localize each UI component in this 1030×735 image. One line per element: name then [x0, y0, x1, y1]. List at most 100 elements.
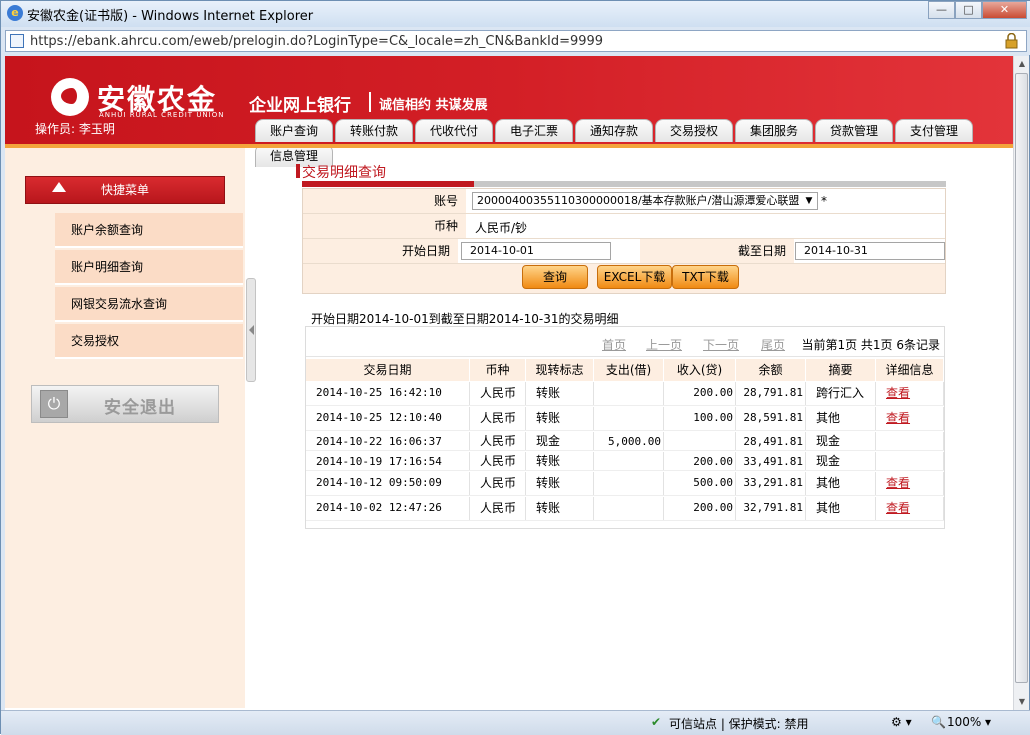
- sidebar-item-balance-query[interactable]: 账户余额查询: [55, 213, 243, 248]
- query-form: 账号 20000400355110300000018/基本存款账户/潜山源潭爱心…: [302, 188, 946, 294]
- tab-group-service[interactable]: 集团服务: [735, 119, 813, 142]
- tab-loan-management[interactable]: 贷款管理: [815, 119, 893, 142]
- vertical-scrollbar[interactable]: ▲ ▼: [1013, 56, 1029, 710]
- cell-balance: 32,791.81: [736, 497, 806, 520]
- tab-transfer[interactable]: 转账付款: [335, 119, 413, 142]
- cell-summary: 现金: [806, 452, 876, 470]
- column-header: 余额: [736, 359, 806, 381]
- sidebar-item-flow-query[interactable]: 网银交易流水查询: [55, 287, 243, 322]
- cell-flag: 转账: [526, 497, 594, 520]
- column-header: 摘要: [806, 359, 876, 381]
- cell-summary: 其他: [806, 407, 876, 430]
- sidebar-item-detail-query[interactable]: 账户明细查询: [55, 250, 243, 285]
- tab-call-deposit[interactable]: 通知存款: [575, 119, 653, 142]
- last-page-link[interactable]: 尾页: [761, 336, 785, 353]
- cell-debit: 5,000.00: [594, 432, 664, 450]
- zoom-dropdown-icon[interactable]: ▾: [985, 715, 991, 729]
- page-content: 安徽农金 ANHUI RURAL CREDIT UNION 企业网上银行 诚信相…: [5, 56, 1013, 710]
- operator-label: 操作员: 李玉明: [35, 122, 115, 136]
- cell-currency: 人民币: [470, 407, 526, 430]
- address-field[interactable]: https://ebank.ahrcu.com/eweb/prelogin.do…: [5, 30, 1027, 52]
- address-bar: https://ebank.ahrcu.com/eweb/prelogin.do…: [1, 27, 1030, 55]
- date-row: 开始日期 2014-10-01 截至日期 2014-10-31: [303, 239, 945, 264]
- bank-logo-icon: [51, 78, 89, 116]
- excel-download-button[interactable]: EXCEL下载: [597, 265, 672, 289]
- cell-debit: [594, 472, 664, 495]
- table-row: 2014-10-25 16:42:10 人民币 转账 200.00 28,791…: [306, 382, 944, 406]
- settings-icon[interactable]: ⚙ ▾: [891, 715, 912, 729]
- view-detail-link[interactable]: 查看: [886, 411, 910, 425]
- maximize-button[interactable]: □: [955, 1, 982, 19]
- scroll-down-icon[interactable]: ▼: [1014, 694, 1030, 710]
- tab-payment-management[interactable]: 支付管理: [895, 119, 973, 142]
- end-date-input[interactable]: 2014-10-31: [795, 242, 945, 260]
- cell-flag: 转账: [526, 452, 594, 470]
- currency-row: 币种 人民币/钞: [303, 214, 945, 239]
- zoom-icon: 🔍: [931, 715, 946, 729]
- cell-flag: 转账: [526, 472, 594, 495]
- security-zone[interactable]: 可信站点 | 保护模式: 禁用: [669, 715, 809, 732]
- cell-date: 2014-10-25 16:42:10: [306, 382, 470, 405]
- title-underline: [302, 181, 946, 187]
- bank-title: 企业网上银行: [249, 96, 351, 116]
- zoom-level[interactable]: 100%: [947, 715, 981, 729]
- cell-summary: 其他: [806, 472, 876, 495]
- sidebar-collapse-handle[interactable]: [246, 278, 256, 382]
- cell-date: 2014-10-12 09:50:09: [306, 472, 470, 495]
- start-date-input[interactable]: 2014-10-01: [461, 242, 611, 260]
- view-detail-link[interactable]: 查看: [886, 501, 910, 515]
- logout-label: 安全退出: [104, 398, 176, 418]
- quick-menu-header[interactable]: 快捷菜单: [25, 176, 225, 204]
- view-detail-link[interactable]: 查看: [886, 476, 910, 490]
- end-date-label: 截至日期: [640, 239, 794, 263]
- column-header: 支出(借): [594, 359, 664, 381]
- cell-date: 2014-10-19 17:16:54: [306, 452, 470, 470]
- bank-logo-subtitle: ANHUI RURAL CREDIT UNION: [99, 111, 225, 119]
- column-header: 详细信息: [876, 359, 944, 381]
- results-table: 首页 上一页 下一页 尾页 当前第1页 共1页 6条记录 交易日期 币种 现转标…: [305, 326, 945, 529]
- minimize-button[interactable]: —: [928, 1, 955, 19]
- next-page-link[interactable]: 下一页: [703, 336, 739, 353]
- cell-credit: 500.00: [664, 472, 736, 495]
- account-select[interactable]: 20000400355110300000018/基本存款账户/潜山源潭爱心联盟 …: [472, 192, 818, 210]
- account-label: 账号: [303, 189, 466, 213]
- cell-credit: [664, 432, 736, 450]
- cell-balance: 28,591.81: [736, 407, 806, 430]
- cell-balance: 33,491.81: [736, 452, 806, 470]
- cell-credit: 100.00: [664, 407, 736, 430]
- first-page-link[interactable]: 首页: [602, 336, 626, 353]
- cell-debit: [594, 407, 664, 430]
- sidebar-item-authorization[interactable]: 交易授权: [55, 324, 243, 359]
- tab-e-draft[interactable]: 电子汇票: [495, 119, 573, 142]
- table-row: 2014-10-25 12:10:40 人民币 转账 100.00 28,591…: [306, 407, 944, 431]
- pagination: 首页 上一页 下一页 尾页 当前第1页 共1页 6条记录: [306, 327, 944, 357]
- table-row: 2014-10-02 12:47:26 人民币 转账 200.00 32,791…: [306, 497, 944, 521]
- lock-icon[interactable]: [1005, 33, 1018, 49]
- column-header: 现转标志: [526, 359, 594, 381]
- cell-credit: 200.00: [664, 382, 736, 405]
- cell-credit: 200.00: [664, 452, 736, 470]
- page-info: 当前第1页 共1页 6条记录: [801, 338, 940, 352]
- cell-balance: 28,491.81: [736, 432, 806, 450]
- logout-button[interactable]: ⏻ 安全退出: [31, 385, 219, 423]
- browser-window: e 安徽农金(证书版) - Windows Internet Explorer …: [0, 0, 1030, 735]
- cell-currency: 人民币: [470, 452, 526, 470]
- tab-account-query[interactable]: 账户查询: [255, 119, 333, 142]
- view-detail-link[interactable]: 查看: [886, 386, 910, 400]
- query-button[interactable]: 查询: [522, 265, 588, 289]
- scroll-thumb[interactable]: [1015, 73, 1028, 683]
- prev-page-link[interactable]: 上一页: [646, 336, 682, 353]
- check-icon: ✔: [651, 715, 662, 729]
- scroll-up-icon[interactable]: ▲: [1014, 56, 1030, 72]
- status-bar: ✔ 可信站点 | 保护模式: 禁用 ⚙ ▾ 🔍 100% ▾: [1, 710, 1030, 735]
- arrow-up-icon: [52, 182, 66, 192]
- cell-summary: 跨行汇入: [806, 382, 876, 405]
- txt-download-button[interactable]: TXT下载: [672, 265, 739, 289]
- cell-flag: 转账: [526, 382, 594, 405]
- start-date-label: 开始日期: [303, 239, 458, 263]
- url-text: https://ebank.ahrcu.com/eweb/prelogin.do…: [30, 34, 604, 49]
- tab-authorization[interactable]: 交易授权: [655, 119, 733, 142]
- tab-collection[interactable]: 代收代付: [415, 119, 493, 142]
- close-button[interactable]: ✕: [982, 1, 1027, 19]
- cell-flag: 现金: [526, 432, 594, 450]
